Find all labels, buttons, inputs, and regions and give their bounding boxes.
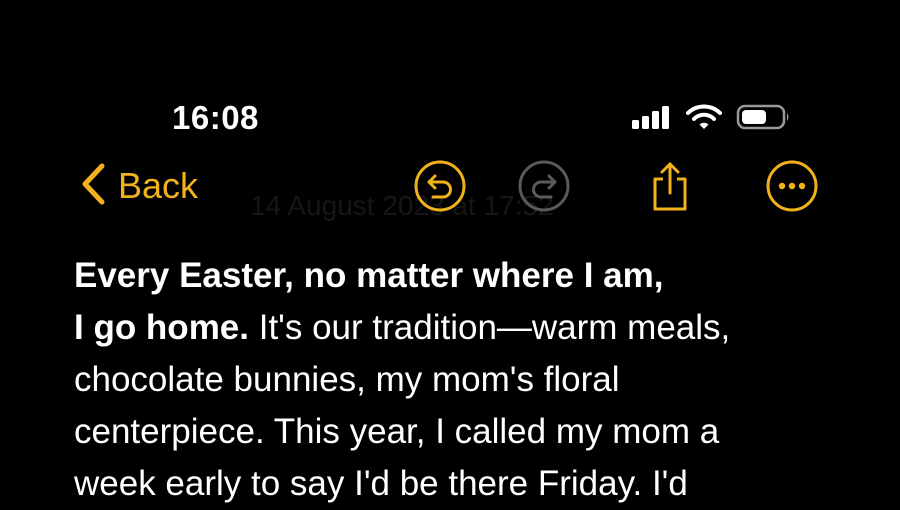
more-button[interactable] bbox=[765, 159, 819, 218]
redo-button[interactable] bbox=[517, 159, 571, 218]
note-bold-text: I go home. bbox=[74, 308, 249, 347]
status-bar: 16:08 bbox=[0, 0, 900, 150]
chevron-left-icon bbox=[80, 162, 106, 211]
undo-icon bbox=[413, 159, 467, 218]
battery-icon bbox=[736, 104, 792, 135]
wifi-icon bbox=[686, 104, 722, 135]
share-button[interactable] bbox=[643, 161, 697, 215]
status-time: 16:08 bbox=[172, 99, 259, 136]
note-text: It's our tradition—warm meals, bbox=[249, 308, 731, 347]
note-line: Every Easter, no matter where I am, bbox=[74, 250, 874, 302]
note-line: centerpiece. This year, I called my mom … bbox=[74, 412, 720, 451]
back-label: Back bbox=[118, 165, 199, 206]
more-icon bbox=[765, 159, 819, 218]
note-bold-text: Every Easter, no matter where I am, bbox=[74, 256, 664, 295]
redo-icon bbox=[517, 159, 571, 218]
back-button[interactable]: Back bbox=[80, 158, 198, 214]
note-line: I go home. It's our tradition—warm meals… bbox=[74, 302, 874, 354]
status-icons bbox=[632, 104, 792, 134]
note-line: chocolate bunnies, my mom's floral bbox=[74, 360, 620, 399]
share-icon bbox=[643, 159, 697, 218]
cellular-signal-icon bbox=[632, 105, 672, 134]
note-body[interactable]: Every Easter, no matter where I am, I go… bbox=[74, 250, 874, 510]
note-line: week early to say I'd be there Friday. I… bbox=[74, 464, 688, 503]
undo-button[interactable] bbox=[413, 159, 467, 218]
